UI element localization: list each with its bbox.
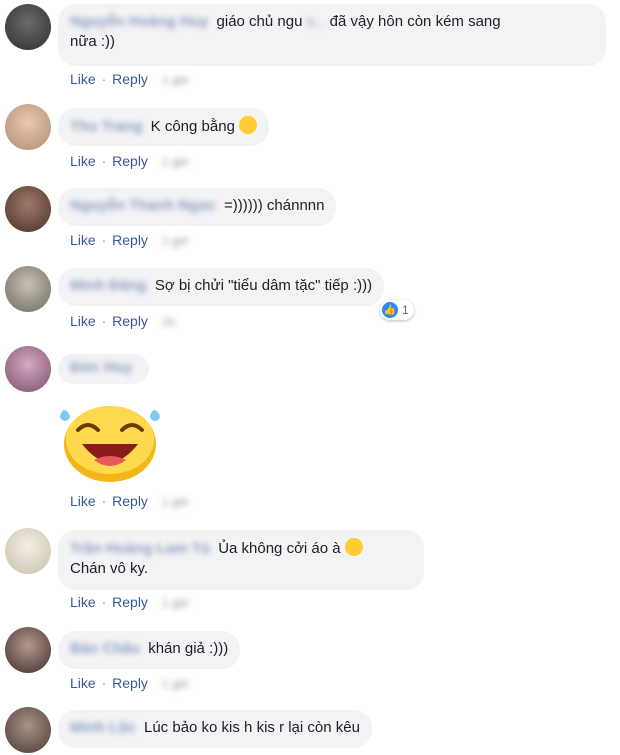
like-link[interactable]: Like	[70, 71, 96, 87]
avatar[interactable]	[5, 346, 51, 392]
separator: ·	[101, 493, 107, 509]
comment-text: =)))))) chánnnn	[224, 197, 325, 214]
avatar[interactable]	[5, 266, 51, 312]
separator: ·	[101, 675, 107, 691]
timestamp[interactable]: 1 giờ	[162, 234, 189, 248]
comment-text: giáo chủ ngu	[216, 13, 303, 30]
comment-bubble: Minh Đăng Sợ bị chửi "tiểu dâm tặc" tiếp…	[58, 268, 385, 306]
separator: ·	[101, 594, 107, 610]
avatar[interactable]	[5, 4, 51, 50]
avatar[interactable]	[5, 707, 51, 753]
avatar[interactable]	[5, 627, 51, 673]
comment-bubble: Nguyễn Hoàng Huy giáo chủ ngu v... đã vậ…	[58, 4, 606, 66]
comment-text: Ủa không cởi áo à	[218, 540, 341, 557]
reply-link[interactable]: Reply	[112, 675, 148, 691]
comment-actions: Like · Reply 1 giờ	[70, 675, 189, 691]
timestamp[interactable]: 1 giờ	[162, 155, 189, 169]
laughing-sticker-icon	[60, 406, 160, 482]
comment-actions: Like · Reply 1 giờ	[70, 153, 189, 169]
reply-link[interactable]: Reply	[112, 594, 148, 610]
comment-text: Lúc bảo ko kis h kis r lại còn kêu	[144, 719, 360, 736]
commenter-name[interactable]: Minh Lộc	[70, 718, 136, 738]
comment-actions: Like · Reply 1 giờ	[70, 493, 189, 509]
comment-actions: Like · Reply 1 giờ	[70, 71, 189, 87]
timestamp[interactable]: 1 giờ	[162, 596, 189, 610]
comment-bubble: Đức Huy	[58, 354, 149, 384]
comment-bubble: Trần Hoàng Lam Tú Ủa không cởi áo à Chán…	[58, 530, 424, 590]
commenter-name[interactable]: Minh Đăng	[70, 276, 147, 296]
like-link[interactable]: Like	[70, 153, 96, 169]
comment-bubble: Bảo Châu khán giả :)))	[58, 631, 241, 669]
like-link[interactable]: Like	[70, 594, 96, 610]
timestamp[interactable]: 1h	[162, 315, 175, 329]
separator: ·	[101, 313, 107, 329]
reply-link[interactable]: Reply	[112, 153, 148, 169]
comment-text: K công bằng	[150, 118, 235, 135]
timestamp[interactable]: 1 giờ	[162, 73, 189, 87]
commenter-name[interactable]: Đức Huy	[70, 358, 133, 378]
reply-link[interactable]: Reply	[112, 71, 148, 87]
like-link[interactable]: Like	[70, 493, 96, 509]
comment-bubble: Minh Lộc Lúc bảo ko kis h kis r lại còn …	[58, 710, 372, 748]
comment-actions: Like · Reply 1h	[70, 313, 175, 329]
thumbs-up-icon: 👍	[382, 302, 398, 318]
separator: ·	[101, 232, 107, 248]
avatar[interactable]	[5, 528, 51, 574]
reaction-count[interactable]: 👍 1	[380, 300, 414, 320]
avatar[interactable]	[5, 104, 51, 150]
blurred-word: v...	[306, 13, 326, 30]
separator: ·	[101, 71, 107, 87]
commenter-name[interactable]: Nguyễn Hoàng Huy	[70, 12, 208, 32]
timestamp[interactable]: 1 giờ	[162, 495, 189, 509]
comment-actions: Like · Reply 1 giờ	[70, 594, 189, 610]
disappointed-emoji-icon	[344, 538, 363, 556]
timestamp[interactable]: 1 giờ	[162, 677, 189, 691]
reaction-count-label: 1	[402, 303, 409, 317]
reply-link[interactable]: Reply	[112, 232, 148, 248]
comment-text: khán giả :)))	[148, 640, 229, 657]
laughing-emoji-icon	[239, 116, 258, 134]
like-link[interactable]: Like	[70, 313, 96, 329]
separator: ·	[101, 153, 107, 169]
comment-bubble: Thu Trang K công bằng	[58, 108, 270, 146]
commenter-name[interactable]: Trần Hoàng Lam Tú	[70, 539, 210, 559]
commenter-name[interactable]: Bảo Châu	[70, 639, 140, 659]
comment-text: Sợ bị chửi "tiểu dâm tặc" tiếp :)))	[154, 277, 373, 294]
like-link[interactable]: Like	[70, 675, 96, 691]
comment-bubble: Nguyễn Thanh Ngọc =)))))) chánnnn	[58, 188, 337, 226]
commenter-name[interactable]: Thu Trang	[70, 117, 143, 137]
comment-text-continued: đã vậy hôn còn kém sang	[329, 13, 501, 30]
reply-link[interactable]: Reply	[112, 493, 148, 509]
commenter-name[interactable]: Nguyễn Thanh Ngọc	[70, 196, 216, 216]
avatar[interactable]	[5, 186, 51, 232]
like-link[interactable]: Like	[70, 232, 96, 248]
comment-actions: Like · Reply 1 giờ	[70, 232, 189, 248]
comment-text-line2: nữa :))	[70, 33, 116, 50]
reply-link[interactable]: Reply	[112, 313, 148, 329]
comment-text-line2: Chán vô ky.	[70, 560, 149, 577]
